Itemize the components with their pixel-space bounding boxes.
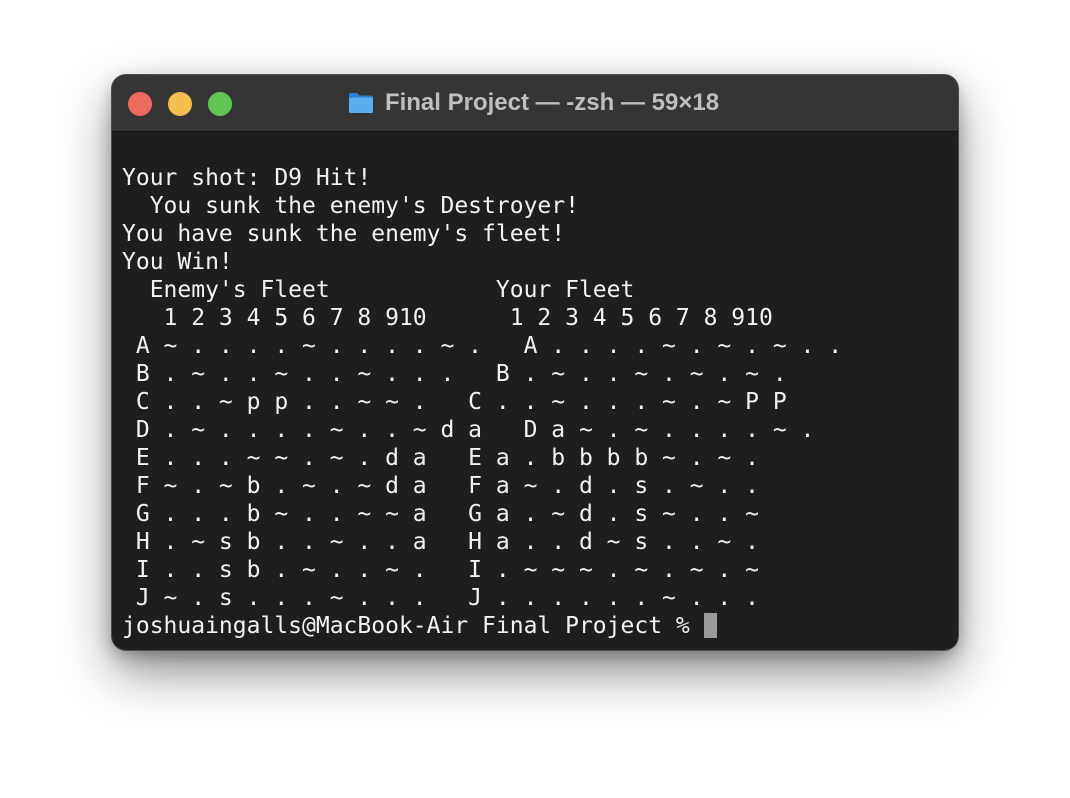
text-cursor xyxy=(703,613,717,638)
output-line: You have sunk the enemy's fleet! xyxy=(122,221,566,247)
board-row-c: C . . ~ p p . . ~ ~ . C . . ~ . . . ~ . … xyxy=(122,389,787,415)
output-line: You Win! xyxy=(122,249,233,275)
board-row-h: H . ~ s b . . ~ . . a H a . . d ~ s . . … xyxy=(122,529,759,555)
fleet-headers: Enemy's Fleet Your Fleet xyxy=(122,277,635,303)
title-container: Final Project — -zsh — 59×18 xyxy=(112,75,958,131)
board-row-e: E . . . ~ ~ . ~ . d a E a . b b b b ~ . … xyxy=(122,445,759,471)
terminal-output[interactable]: Your shot: D9 Hit! You sunk the enemy's … xyxy=(122,164,952,644)
board-row-j: J ~ . s . . . ~ . . . J . . . . . . ~ . … xyxy=(122,585,759,611)
output-line: Your shot: D9 Hit! xyxy=(122,165,372,191)
board-row-f: F ~ . ~ b . ~ . ~ d a F a ~ . d . s . ~ … xyxy=(122,473,759,499)
board-row-i: I . . s b . ~ . . ~ . I . ~ ~ ~ . ~ . ~ … xyxy=(122,557,759,583)
shell-prompt: joshuaingalls@MacBook-Air Final Project … xyxy=(122,613,704,639)
terminal-window: Final Project — -zsh — 59×18 Your shot: … xyxy=(112,75,958,650)
board-row-a: A ~ . . . . ~ . . . . ~ . A . . . . ~ . … xyxy=(122,333,843,359)
prompt-line[interactable]: joshuaingalls@MacBook-Air Final Project … xyxy=(122,612,952,640)
window-title: Final Project — -zsh — 59×18 xyxy=(384,89,720,116)
board-row-b: B . ~ . . ~ . . ~ . . . B . ~ . . ~ . ~ … xyxy=(122,361,787,387)
title-bar[interactable]: Final Project — -zsh — 59×18 xyxy=(112,75,958,132)
output-line: You sunk the enemy's Destroyer! xyxy=(122,193,579,219)
folder-icon xyxy=(348,93,373,113)
board-row-g: G . . . b ~ . . ~ ~ a G a . ~ d . s ~ . … xyxy=(122,501,759,527)
column-numbers: 1 2 3 4 5 6 7 8 910 1 2 3 4 5 6 7 8 910 xyxy=(122,305,773,331)
board-row-d: D . ~ . . . . ~ . . ~ d a D a ~ . ~ . . … xyxy=(122,417,815,443)
